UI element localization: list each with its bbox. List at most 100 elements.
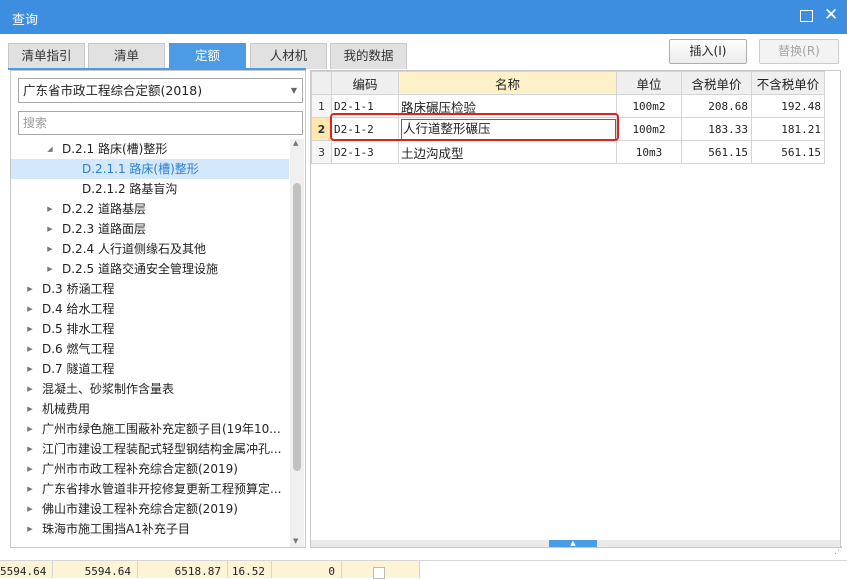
tree-collapsed-icon[interactable]: ▶ [25, 339, 35, 359]
tree-collapsed-icon[interactable]: ▶ [25, 499, 35, 519]
tab-bill[interactable]: 清单 [88, 43, 165, 69]
tree-node-label: D.4 给水工程 [42, 302, 115, 316]
insert-button[interactable]: 插入(I) [669, 39, 747, 64]
name-cell[interactable]: 路床碾压检验 [398, 94, 617, 118]
notax-price-cell[interactable]: 181.21 [751, 117, 825, 141]
unit-cell[interactable]: 10m3 [616, 140, 682, 164]
tree-node[interactable]: ▶ 佛山市建设工程补充综合定额(2019) [11, 499, 289, 519]
tree-collapsed-icon[interactable]: ▶ [25, 279, 35, 299]
tree-node-label: D.2.4 人行道侧缘石及其他 [62, 242, 206, 256]
tree-collapsed-icon[interactable]: ▶ [25, 399, 35, 419]
tree-node[interactable]: ▶ D.2.4 人行道侧缘石及其他 [11, 239, 289, 259]
tree-node[interactable]: ▶ D.7 隧道工程 [11, 359, 289, 379]
notax-price-cell[interactable]: 192.48 [751, 94, 825, 118]
resize-grip-icon[interactable]: ⋰ [834, 546, 843, 556]
tree-collapsed-icon[interactable]: ▶ [45, 219, 55, 239]
checkbox[interactable] [373, 567, 385, 579]
tree-node[interactable]: ▶ 广州市市政工程补充综合定额(2019) [11, 459, 289, 479]
tree-node[interactable]: ▶ D.3 桥涵工程 [11, 279, 289, 299]
underlying-table-strip: 5594.64 5594.64 6518.87 16.52 0 [0, 560, 847, 579]
tax-price-cell[interactable]: 561.15 [681, 140, 752, 164]
title-bar: 查询 ✕ [0, 0, 847, 34]
library-select[interactable]: 广东省市政工程综合定额(2018) ▼ [18, 78, 303, 103]
tree-node[interactable]: D.2.1.1 路床(槽)整形 [11, 159, 289, 179]
tree-node[interactable]: ▶ D.4 给水工程 [11, 299, 289, 319]
tree-collapsed-icon[interactable]: ▶ [25, 299, 35, 319]
tree-collapsed-icon[interactable]: ▶ [25, 319, 35, 339]
name-edit-field[interactable]: 人行道整形碾压 [401, 118, 616, 140]
scrollbar-thumb[interactable] [293, 183, 301, 471]
tree-node-label: D.5 排水工程 [42, 322, 115, 336]
tree-node[interactable]: ▶ 珠海市施工围挡A1补充子目 [11, 519, 289, 539]
tree-collapsed-icon[interactable]: ▶ [25, 359, 35, 379]
scroll-up-icon[interactable]: ▲ [293, 139, 298, 147]
header-tax-price[interactable]: 含税单价 [681, 71, 752, 95]
code-cell[interactable]: D2-1-1 [331, 94, 399, 118]
tab-labor-material-machine[interactable]: 人材机 [250, 43, 327, 69]
tree-collapsed-icon[interactable]: ▶ [25, 459, 35, 479]
tree-node[interactable]: ▶ D.5 排水工程 [11, 319, 289, 339]
tree-node-label: 混凝土、砂浆制作含量表 [42, 382, 175, 396]
maximize-icon[interactable] [800, 10, 813, 22]
notax-price-cell[interactable]: 561.15 [751, 140, 825, 164]
header-notax-price[interactable]: 不含税单价 [751, 71, 825, 95]
summary-cell: 16.52 [228, 561, 272, 578]
tree-collapsed-icon[interactable]: ▶ [25, 419, 35, 439]
header-unit[interactable]: 单位 [616, 71, 682, 95]
tree-node-label: 广州市市政工程补充综合定额(2019) [42, 462, 238, 476]
tree-node[interactable]: ▶ 混凝土、砂浆制作含量表 [11, 379, 289, 399]
tree-node-label: D.2.5 道路交通安全管理设施 [62, 262, 218, 276]
name-cell[interactable]: 土边沟成型 [398, 140, 617, 164]
tree-node-label: 广东省排水管道非开挖修复更新工程预算定... [42, 482, 282, 496]
name-cell[interactable]: 人行道整形碾压 [398, 117, 617, 141]
search-box[interactable] [18, 111, 303, 135]
tree-node[interactable]: D.2.1.2 路基盲沟 [11, 179, 289, 199]
tree-node[interactable]: ▶ D.6 燃气工程 [11, 339, 289, 359]
summary-cell: 5594.64 [53, 561, 138, 578]
tax-price-cell[interactable]: 208.68 [681, 94, 752, 118]
tree-node[interactable]: ◢ D.2.1 路床(槽)整形 [11, 139, 289, 159]
tree-collapsed-icon[interactable]: ▶ [45, 239, 55, 259]
tree-collapsed-icon[interactable]: ▶ [25, 379, 35, 399]
unit-cell[interactable]: 100m2 [616, 94, 682, 118]
scroll-down-icon[interactable]: ▼ [293, 537, 298, 545]
collapse-handle[interactable]: ▲ [549, 540, 597, 547]
search-input[interactable] [23, 112, 293, 134]
tree-node-label: 珠海市施工围挡A1补充子目 [42, 522, 190, 536]
tax-price-cell[interactable]: 183.33 [681, 117, 752, 141]
table-row[interactable]: 2 D2-1-2 人行道整形碾压 100m2 183.33 181.21 [311, 117, 825, 141]
table-row[interactable]: 3 D2-1-3 土边沟成型 10m3 561.15 561.15 [311, 140, 825, 164]
code-cell[interactable]: D2-1-2 [331, 117, 399, 141]
tree-scrollbar[interactable]: ▲ ▼ [290, 139, 304, 547]
tree-node-label: D.2.1.2 路基盲沟 [82, 182, 178, 196]
tree-node[interactable]: ▶ D.2.3 道路面层 [11, 219, 289, 239]
tab-my-data[interactable]: 我的数据 [330, 43, 407, 69]
tree-node[interactable]: ▶ D.2.5 道路交通安全管理设施 [11, 259, 289, 279]
tree-node[interactable]: ▶ 广州市绿色施工围蔽补充定额子目(19年10... [11, 419, 289, 439]
tree-collapsed-icon[interactable]: ▶ [45, 199, 55, 219]
tree-collapsed-icon[interactable]: ▶ [25, 479, 35, 499]
tab-quota[interactable]: 定额 [169, 43, 246, 69]
row-number: 1 [311, 94, 332, 118]
quota-grid: 编码 名称 单位 含税单价 不含税单价 1 D2-1-1 路床碾压检验 100m… [310, 70, 841, 548]
tree-node[interactable]: ▶ 机械费用 [11, 399, 289, 419]
tree-node[interactable]: ▶ D.2.2 道路基层 [11, 199, 289, 219]
code-cell[interactable]: D2-1-3 [331, 140, 399, 164]
header-name[interactable]: 名称 [398, 71, 617, 95]
tab-bill-guide[interactable]: 清单指引 [8, 43, 85, 69]
tree-node[interactable]: ▶ 江门市建设工程装配式轻型钢结构金属冲孔... [11, 439, 289, 459]
tree-node-label: 机械费用 [42, 402, 91, 416]
tree-expanded-icon[interactable]: ◢ [45, 139, 55, 159]
tree-node-label: D.3 桥涵工程 [42, 282, 115, 296]
grid-horizontal-scrollbar[interactable]: ▲ [311, 540, 840, 547]
tree-collapsed-icon[interactable]: ▶ [25, 439, 35, 459]
tree-collapsed-icon[interactable]: ▶ [45, 259, 55, 279]
header-code[interactable]: 编码 [331, 71, 399, 95]
tree-node-label: 江门市建设工程装配式轻型钢结构金属冲孔... [42, 442, 282, 456]
table-row[interactable]: 1 D2-1-1 路床碾压检验 100m2 208.68 192.48 [311, 94, 825, 118]
close-icon[interactable]: ✕ [824, 6, 838, 24]
unit-cell[interactable]: 100m2 [616, 117, 682, 141]
tree-collapsed-icon[interactable]: ▶ [25, 519, 35, 539]
tree-node[interactable]: ▶ 广东省排水管道非开挖修复更新工程预算定... [11, 479, 289, 499]
replace-button[interactable]: 替换(R) [759, 39, 839, 64]
